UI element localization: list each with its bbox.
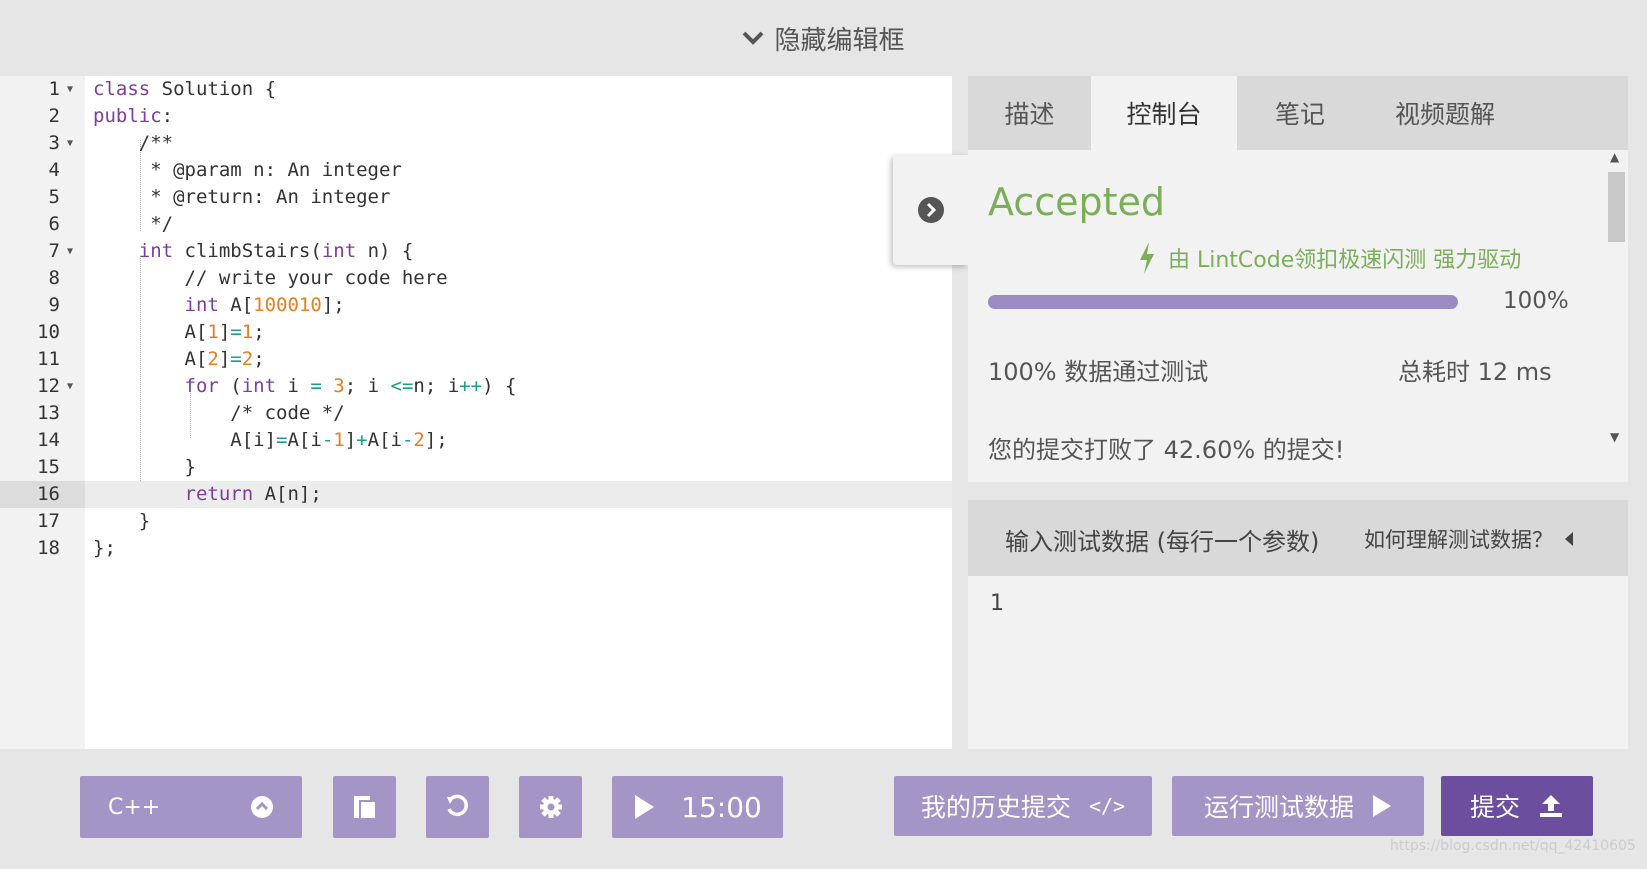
fold-arrow-icon: ▼ [67,381,74,392]
beat-rate: 您的提交打败了 42.60% 的提交! [988,436,1345,464]
test-data-help-link[interactable]: 如何理解测试数据？ [1364,524,1575,554]
tab-description[interactable]: 描述 [968,76,1091,150]
settings-button[interactable] [519,776,582,838]
code-line: 2 public: [48,105,174,127]
code-line: 9 int A[100010]; [48,294,345,316]
hide-editor-toggle[interactable]: 隐藏编辑框 [0,0,1647,76]
code-line-active: 16 return A[n]; [0,481,952,508]
play-icon [1373,795,1391,817]
result-panel: Accepted 由 LintCode领扣极速闪测 强力驱动 100% 100%… [968,150,1605,482]
total-time: 总耗时 12 ms [1398,358,1552,386]
tab-video-solution[interactable]: 视频题解 [1363,76,1527,150]
chevron-right-circle-icon [917,197,944,223]
pass-rate: 100% 数据通过测试 [988,358,1209,386]
result-scrollbar[interactable]: ▲ ▼ [1605,150,1628,482]
code-line: 7 ▼ int climbStairs(int n) { [0,238,952,265]
code-line: 4 * @param n: An integer [48,159,402,181]
language-select[interactable]: C++ [80,776,302,838]
clipboard-icon [353,796,377,820]
code-line: 5 * @return: An integer [48,186,391,208]
tab-console[interactable]: 控制台 [1091,76,1237,150]
code-line: 6 */ [48,213,174,235]
progress-percent: 100% [1503,288,1569,314]
chevron-up-circle-icon [251,796,273,818]
status-accepted: Accepted [988,180,1166,224]
collapse-panel-button[interactable] [893,155,968,265]
scroll-thumb[interactable] [1608,172,1625,242]
scroll-down-icon[interactable]: ▼ [1610,430,1619,444]
test-data-input[interactable]: 1 [968,576,1628,749]
code-line: 13 /* code */ [37,402,345,424]
hide-editor-label: 隐藏编辑框 [774,25,905,56]
code-line: 17 } [37,510,151,532]
upload-icon [1540,795,1562,817]
play-icon [635,795,655,819]
history-button[interactable]: 我的历史提交 </> [894,776,1152,836]
run-test-button[interactable]: 运行测试数据 [1172,776,1424,836]
code-line: 10 A[1]=1; [37,321,265,343]
code-line: 11 A[2]=2; [37,348,265,370]
submit-button[interactable]: 提交 [1441,776,1593,836]
test-data-title: 输入测试数据 (每行一个参数) [1005,528,1320,556]
undo-icon [446,794,468,817]
code-line: 8 // write your code here [48,267,448,289]
code-line: 14 A[i]=A[i-1]+A[i-2]; [37,429,448,451]
code-icon: </> [1088,794,1126,818]
code-line: 18}; [37,537,116,559]
reset-button[interactable] [426,776,489,838]
fold-arrow-icon: ▼ [67,84,74,95]
timer-button[interactable]: 15:00 [612,776,783,838]
fold-arrow-icon: ▼ [67,138,74,149]
test-data-header: 输入测试数据 (每行一个参数) 如何理解测试数据？ [968,500,1628,576]
code-line: 12 ▼ for (int i = 3; i <=n; i++) { [0,373,952,400]
code-editor[interactable]: 1 ▼ class Solution { 2 public: 3 ▼ /** 4 * @… [0,76,952,749]
fold-arrow-icon: ▼ [67,246,74,257]
progress-bar [988,295,1458,309]
powered-by: 由 LintCode领扣极速闪测 强力驱动 [1138,242,1521,274]
scroll-up-icon[interactable]: ▲ [1610,150,1619,164]
lightning-icon [1140,242,1154,274]
code-line: 3 ▼ /** [0,130,952,157]
tab-notes[interactable]: 笔记 [1237,76,1363,150]
code-line: 15 } [37,456,196,478]
caret-left-icon [1565,532,1573,546]
gear-icon [539,796,562,818]
watermark: https://blog.csdn.net/qq_42410605 [1390,838,1636,854]
chevron-down-icon [743,31,764,45]
copy-button[interactable] [333,776,396,838]
progress-fill [988,295,1458,309]
panel-tabs: 描述 控制台 笔记 视频题解 [968,76,1628,150]
code-line: 1 ▼ class Solution { [0,76,952,103]
